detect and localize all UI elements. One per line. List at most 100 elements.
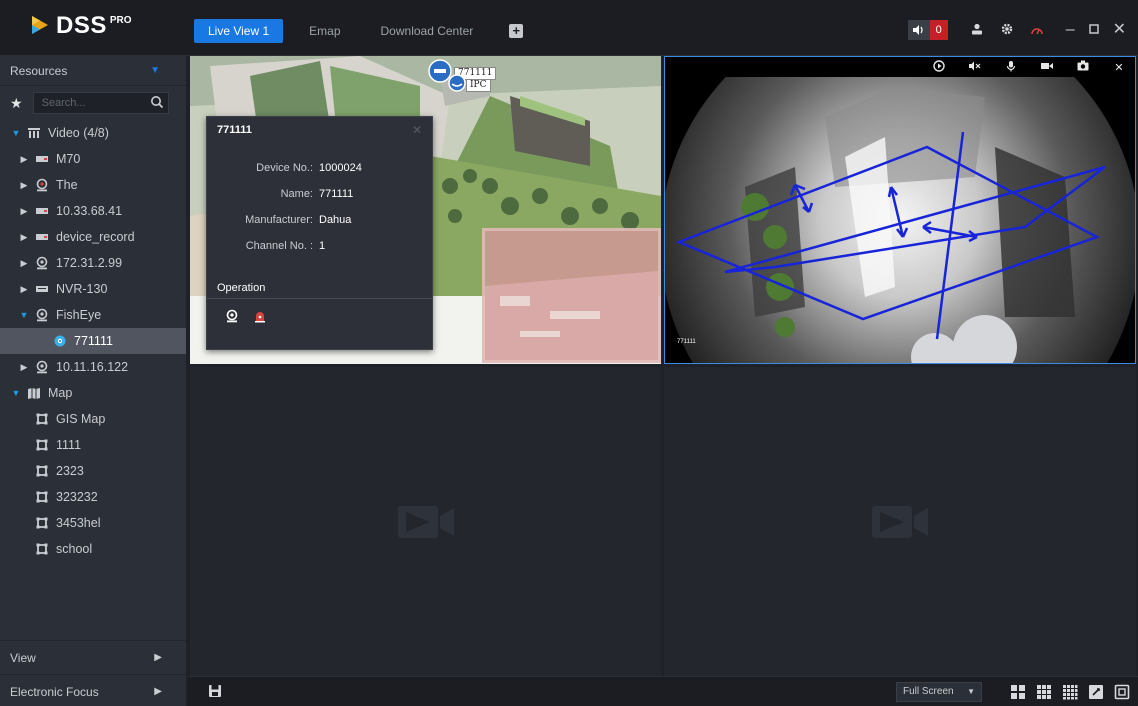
tree-node-label: Video (4/8)	[48, 126, 109, 140]
tree-node-device-record[interactable]: ▶ device_record	[0, 224, 186, 250]
tree-node-label: 172.31.2.99	[56, 256, 123, 270]
view-section[interactable]: View ▶	[0, 640, 186, 674]
tree-node-video[interactable]: ▼ Video (4/8)	[0, 120, 186, 146]
layout-2x2-icon[interactable]	[1010, 684, 1026, 700]
tree-node-label: 10.33.68.41	[56, 204, 123, 218]
app-brand: DSS	[56, 12, 107, 39]
tree-node-label: GIS Map	[56, 412, 106, 426]
fullscreen-select[interactable]: Full Screen ▼	[896, 682, 982, 702]
tab-live-view-1[interactable]: Live View 1	[194, 19, 284, 43]
exit-fullscreen-icon[interactable]	[1114, 684, 1130, 700]
operation-actions	[207, 299, 432, 336]
live-view-icon[interactable]	[225, 309, 239, 326]
mute-icon[interactable]	[969, 60, 981, 75]
bottom-toolbar: Full Screen ▼	[188, 676, 1138, 706]
collapsed-arrow-icon[interactable]: ▶	[18, 180, 30, 191]
alarm-indicator[interactable]: 0	[907, 20, 948, 40]
popup-title: 771111	[217, 124, 252, 136]
layout-4x4-icon[interactable]	[1062, 684, 1078, 700]
tree-node-172-31-2-99[interactable]: ▶ 172.31.2.99	[0, 250, 186, 276]
collapsed-arrow-icon[interactable]: ▶	[18, 284, 30, 295]
tree-node-m70[interactable]: ▶ M70	[0, 146, 186, 172]
video-placeholder-icon	[397, 505, 454, 538]
video-osd-label: 771111	[677, 339, 696, 345]
collapsed-arrow-icon[interactable]: ▶	[18, 232, 30, 243]
settings-gear-icon[interactable]	[1000, 20, 1014, 40]
close-video-icon[interactable]: ✕	[1113, 61, 1125, 74]
layout-controls: Full Screen ▼	[896, 682, 1130, 702]
nvr-icon	[34, 284, 50, 294]
microphone-icon[interactable]	[1005, 60, 1017, 75]
tree-node-fisheye[interactable]: ▼ FishEye	[0, 302, 186, 328]
expanded-arrow-icon[interactable]: ▼	[10, 388, 22, 398]
field-key: Name:	[280, 188, 313, 200]
empty-video-pane[interactable]	[190, 367, 661, 676]
tree-node-10-11-16-122[interactable]: ▶ 10.11.16.122	[0, 354, 186, 380]
layout-3x3-icon[interactable]	[1036, 684, 1052, 700]
camera-pin-icon[interactable]	[448, 74, 466, 92]
maximize-icon[interactable]	[1088, 20, 1099, 40]
tab-download-center[interactable]: Download Center	[367, 19, 488, 43]
record-icon[interactable]	[1041, 61, 1053, 74]
collapsed-arrow-icon[interactable]: ▶	[18, 206, 30, 217]
add-tab-button[interactable]: +	[509, 24, 524, 38]
tree-node-10-33-68-41[interactable]: ▶ 10.33.68.41	[0, 198, 186, 224]
collapsed-arrow-icon[interactable]: ▶	[18, 258, 30, 269]
map-frame-icon	[34, 491, 50, 503]
search-input[interactable]	[41, 97, 142, 109]
tree-node-label: 1111	[56, 438, 82, 452]
map-frame-icon	[34, 413, 50, 425]
tree-node-map[interactable]: ▼ Map	[0, 380, 186, 406]
app-logo: DSS PRO	[30, 14, 132, 38]
tree-node-school[interactable]: school	[0, 536, 186, 562]
expanded-arrow-icon[interactable]: ▼	[18, 310, 30, 320]
collapsed-arrow-icon[interactable]: ▶	[18, 154, 30, 165]
close-icon[interactable]: ✕	[412, 123, 422, 137]
collapsed-arrow-icon[interactable]: ▶	[18, 362, 30, 373]
tree-node-label: M70	[56, 152, 81, 166]
tree-node-nvr-130[interactable]: ▶ NVR-130	[0, 276, 186, 302]
custom-layout-icon[interactable]	[1088, 684, 1104, 700]
empty-video-pane[interactable]	[664, 367, 1136, 676]
resource-tree: ▼ Video (4/8) ▶ M70 ▶ The ▶ 10.33.68.41 …	[0, 120, 186, 562]
search-box	[32, 92, 169, 114]
map-icon	[26, 387, 42, 399]
save-view-icon[interactable]	[208, 684, 222, 701]
alarm-output-icon[interactable]	[253, 309, 267, 326]
camera-group-icon	[34, 256, 50, 270]
tab-emap[interactable]: Emap	[295, 19, 354, 43]
dvr-icon	[34, 154, 50, 164]
resources-header[interactable]: Resources ▼	[0, 56, 186, 86]
tree-node-323232[interactable]: 323232	[0, 484, 186, 510]
map-frame-icon	[34, 517, 50, 529]
fisheye-video-pane[interactable]: ✕ 771111	[664, 56, 1136, 364]
top-bar: DSS PRO Live View 1 Emap Download Center…	[0, 0, 1138, 56]
user-icon[interactable]	[970, 20, 984, 40]
tree-node-the[interactable]: ▶ The	[0, 172, 186, 198]
field-key: Device No.:	[256, 162, 313, 174]
map-pane[interactable]: 771111 IPC 771111 ✕ Device No.: 1000024 …	[190, 56, 661, 364]
favorite-star-icon[interactable]: ★	[10, 95, 23, 112]
popup-row-device-no: Device No.: 1000024	[207, 155, 432, 181]
tree-node-1111[interactable]: 1111	[0, 432, 186, 458]
fisheye-camera-icon	[52, 334, 68, 348]
close-icon[interactable]: ✕	[1113, 20, 1126, 40]
snapshot-icon[interactable]	[1077, 60, 1089, 74]
tree-node-label: NVR-130	[56, 282, 108, 296]
tree-node-3453hel[interactable]: 3453hel	[0, 510, 186, 536]
alarm-count: 0	[929, 20, 948, 40]
tree-node-771111[interactable]: 771111	[0, 328, 186, 354]
chevron-right-icon: ▶	[154, 686, 162, 697]
search-row: ★	[0, 86, 186, 120]
tree-node-2323[interactable]: 2323	[0, 458, 186, 484]
play-icon[interactable]	[933, 59, 945, 75]
field-value: 1000024	[319, 162, 362, 174]
field-value: Dahua	[319, 214, 352, 226]
minimize-icon[interactable]: –	[1066, 20, 1075, 40]
electronic-focus-section[interactable]: Electronic Focus ▶	[0, 674, 186, 706]
expanded-arrow-icon[interactable]: ▼	[10, 128, 22, 138]
search-icon[interactable]	[150, 95, 164, 109]
camera-group-icon	[34, 308, 50, 322]
tree-node-gis-map[interactable]: GIS Map	[0, 406, 186, 432]
performance-gauge-icon[interactable]	[1030, 20, 1044, 40]
